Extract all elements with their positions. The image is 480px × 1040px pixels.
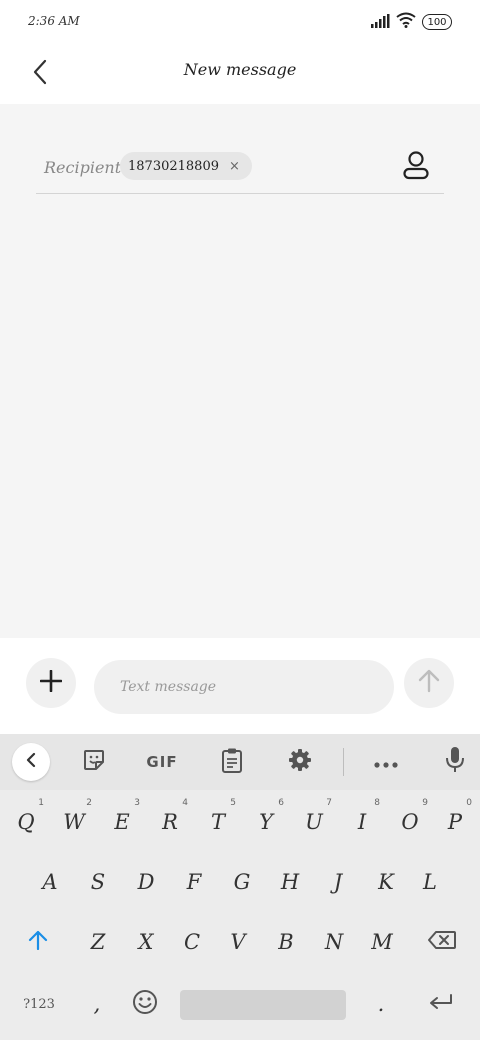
key-label: Q	[17, 810, 35, 834]
recipient-row: Recipient: 18730218809 ×	[36, 144, 444, 194]
chip-remove-icon[interactable]: ×	[229, 159, 240, 174]
signal-icon	[370, 13, 390, 32]
message-input[interactable]	[94, 660, 394, 714]
key-hint: 8	[374, 798, 380, 808]
key-label: E	[114, 810, 130, 834]
backspace-icon	[427, 930, 457, 955]
battery-indicator: 100	[422, 14, 452, 30]
backspace-key[interactable]	[412, 912, 472, 972]
status-icons: 100	[370, 12, 452, 32]
clipboard-icon	[221, 747, 243, 777]
key-s[interactable]: S	[74, 852, 122, 912]
key-hint: 9	[422, 798, 428, 808]
recipient-chip-value: 18730218809	[128, 158, 219, 174]
key-e[interactable]: 3E	[98, 792, 146, 852]
app-bar: New message	[0, 44, 480, 104]
emoji-icon	[132, 989, 158, 1020]
chevron-left-icon	[25, 752, 37, 772]
key-n[interactable]: N	[310, 912, 358, 972]
shift-icon	[28, 930, 48, 955]
key-z[interactable]: Z	[74, 912, 122, 972]
key-hint: 4	[182, 798, 188, 808]
status-time: 2:36 AM	[28, 14, 80, 28]
keyboard: 1Q 2W 3E 4R 5T 6Y 7U 8I 9O 0P A S D F G …	[0, 790, 480, 1040]
sticker-button[interactable]	[78, 742, 110, 782]
symbols-key[interactable]: ?123	[10, 976, 68, 1032]
settings-button[interactable]	[284, 742, 316, 782]
key-d[interactable]: D	[122, 852, 170, 912]
key-p[interactable]: 0P	[432, 792, 478, 852]
key-hint: 1	[38, 798, 44, 808]
keyboard-collapse-button[interactable]	[12, 743, 50, 781]
key-label: U	[305, 810, 323, 834]
enter-icon	[428, 992, 454, 1016]
key-hint: 6	[278, 798, 284, 808]
person-icon	[402, 150, 430, 184]
toolbar-divider	[343, 748, 344, 776]
key-w[interactable]: 2W	[50, 792, 98, 852]
gear-icon	[288, 748, 312, 776]
more-icon	[374, 753, 398, 772]
shift-key[interactable]	[8, 912, 68, 972]
send-arrow-icon	[418, 669, 440, 697]
key-b[interactable]: B	[262, 912, 310, 972]
key-a[interactable]: A	[26, 852, 74, 912]
comma-key[interactable]: ,	[74, 976, 120, 1032]
key-i[interactable]: 8I	[338, 792, 386, 852]
key-hint: 0	[466, 798, 472, 808]
voice-input-button[interactable]	[440, 742, 470, 782]
key-u[interactable]: 7U	[290, 792, 338, 852]
plus-icon	[39, 669, 63, 696]
wifi-icon	[396, 12, 416, 32]
key-o[interactable]: 9O	[386, 792, 434, 852]
key-l[interactable]: L	[406, 852, 454, 912]
key-label: R	[162, 810, 178, 834]
page-title: New message	[183, 60, 297, 79]
more-button[interactable]	[370, 742, 402, 782]
period-key[interactable]: .	[358, 976, 404, 1032]
contacts-button[interactable]	[400, 150, 432, 184]
add-attachment-button[interactable]	[26, 658, 76, 708]
space-key[interactable]	[180, 990, 346, 1020]
mic-icon	[445, 746, 465, 778]
key-label: T	[210, 810, 225, 834]
key-v[interactable]: V	[214, 912, 262, 972]
sticker-icon	[82, 748, 106, 776]
status-bar: 2:36 AM 100	[0, 0, 480, 44]
key-h[interactable]: H	[266, 852, 314, 912]
key-hint: 3	[134, 798, 140, 808]
key-hint: 7	[326, 798, 332, 808]
key-m[interactable]: M	[358, 912, 406, 972]
key-hint: 2	[86, 798, 92, 808]
key-j[interactable]: J	[314, 852, 362, 912]
send-button[interactable]	[404, 658, 454, 708]
composer-bar	[0, 638, 480, 734]
key-y[interactable]: 6Y	[242, 792, 290, 852]
key-label: P	[447, 810, 463, 834]
enter-key[interactable]	[412, 976, 470, 1032]
key-q[interactable]: 1Q	[2, 792, 50, 852]
key-t[interactable]: 5T	[194, 792, 242, 852]
key-label: O	[401, 810, 419, 834]
key-c[interactable]: C	[168, 912, 216, 972]
emoji-key[interactable]	[122, 976, 168, 1032]
key-g[interactable]: G	[218, 852, 266, 912]
clipboard-button[interactable]	[216, 742, 248, 782]
key-r[interactable]: 4R	[146, 792, 194, 852]
key-hint: 5	[230, 798, 236, 808]
key-label: Y	[259, 810, 273, 834]
gif-button[interactable]: GIF	[140, 742, 184, 782]
key-x[interactable]: X	[122, 912, 170, 972]
key-f[interactable]: F	[170, 852, 218, 912]
key-label: I	[357, 810, 367, 834]
recipient-chip[interactable]: 18730218809 ×	[120, 152, 252, 180]
gif-label: GIF	[146, 753, 178, 771]
keyboard-toolbar: GIF	[0, 734, 480, 790]
recipient-label: Recipient:	[44, 158, 127, 177]
key-k[interactable]: K	[362, 852, 410, 912]
key-label: W	[63, 810, 85, 834]
message-content-area: Recipient: 18730218809 ×	[0, 104, 480, 638]
